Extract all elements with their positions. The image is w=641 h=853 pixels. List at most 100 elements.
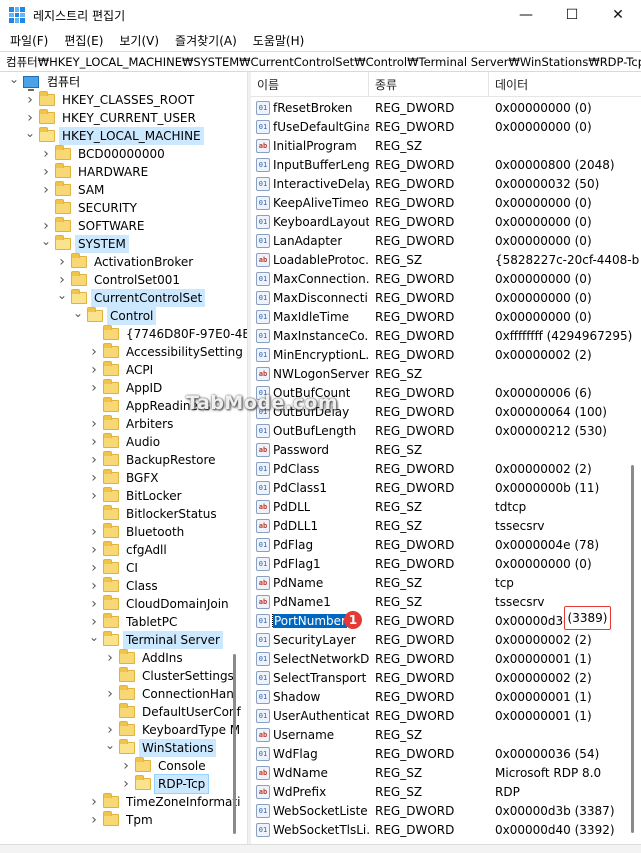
tree-item[interactable]: ⌄ SYSTEM bbox=[40, 232, 129, 253]
table-row[interactable]: 01KeepAliveTimeo... REG_DWORD 0x00000000 (… bbox=[251, 193, 639, 212]
table-row[interactable]: ab InitialProgram REG_SZ bbox=[251, 136, 639, 155]
tree-item[interactable]: › Arbiters bbox=[88, 415, 176, 433]
tree-item[interactable]: › cfgAdll bbox=[88, 541, 170, 559]
tree-item[interactable]: › ConnectionHan bbox=[104, 685, 237, 703]
table-row[interactable]: 01 PdClass REG_DWORD 0x00000002 (2) bbox=[251, 459, 639, 478]
tree-item[interactable]: {7746D80F-97E0-4E bbox=[88, 325, 247, 343]
tree-item[interactable]: ⌄ HKEY_LOCAL_MACHINE bbox=[24, 124, 204, 145]
table-row[interactable]: 01 WebSocketTlsLi... REG_DWORD 0x00000d40 (… bbox=[251, 820, 639, 839]
chevron-right-icon[interactable]: › bbox=[88, 361, 100, 379]
table-row[interactable]: 01 SelectTransport REG_DWORD 0x00000002 (2) bbox=[251, 668, 639, 687]
table-row[interactable]: 01 fResetBroken REG_DWORD 0x00000000 (0) bbox=[251, 98, 639, 117]
chevron-right-icon[interactable]: › bbox=[104, 649, 116, 667]
chevron-right-icon[interactable]: › bbox=[88, 415, 100, 433]
table-row[interactable]: ab Username REG_SZ bbox=[251, 725, 639, 744]
tree-item[interactable]: › SAM bbox=[40, 181, 107, 199]
chevron-right-icon[interactable]: › bbox=[120, 775, 132, 793]
menu-help[interactable]: 도움말(H) bbox=[245, 32, 313, 49]
table-row[interactable]: 01 KeyboardLayout REG_DWORD 0x00000000 (0) bbox=[251, 212, 639, 231]
chevron-right-icon[interactable]: › bbox=[88, 559, 100, 577]
tree-item[interactable]: › ControlSet001 bbox=[56, 271, 183, 289]
table-row[interactable]: 01 PdFlag1 REG_DWORD 0x00000000 (0) bbox=[251, 554, 639, 573]
tree-item[interactable]: ⌄ Terminal Server bbox=[88, 628, 223, 649]
menu-file[interactable]: 파일(F) bbox=[2, 32, 56, 49]
tree-item[interactable]: › CI bbox=[88, 559, 141, 577]
tree-item[interactable]: › TabletPC bbox=[88, 613, 180, 631]
tree-item[interactable]: › RDP-Tcp bbox=[120, 774, 210, 794]
table-row[interactable]: 01 MaxIdleTime REG_DWORD 0x00000000 (0) bbox=[251, 307, 639, 326]
table-row[interactable]: 01UserAuthenticat... REG_DWORD 0x00000001 … bbox=[251, 706, 639, 725]
menu-view[interactable]: 보기(V) bbox=[111, 32, 167, 49]
close-button[interactable]: ✕ bbox=[595, 0, 641, 30]
tree-item[interactable]: › BGFX bbox=[88, 469, 161, 487]
tree-item[interactable]: ⌄ WinStations bbox=[104, 736, 217, 757]
chevron-down-icon[interactable]: ⌄ bbox=[56, 286, 68, 304]
column-header-type[interactable]: 종류 bbox=[369, 72, 489, 97]
tree-item[interactable]: › BCD00000000 bbox=[40, 145, 168, 163]
table-row[interactable]: ab WdPrefix REG_SZ RDP bbox=[251, 782, 639, 801]
column-header-data[interactable]: 데이터 bbox=[489, 72, 641, 97]
chevron-right-icon[interactable]: › bbox=[88, 487, 100, 505]
tree-item[interactable]: › BackupRestore bbox=[88, 451, 219, 469]
table-row[interactable]: 01 LanAdapter REG_DWORD 0x00000000 (0) bbox=[251, 231, 639, 250]
table-row[interactable]: ab PdDLL REG_SZ tdtcp bbox=[251, 497, 639, 516]
chevron-right-icon[interactable]: › bbox=[88, 451, 100, 469]
chevron-right-icon[interactable]: › bbox=[88, 577, 100, 595]
table-row[interactable]: ab WdName REG_SZ Microsoft RDP 8.0 bbox=[251, 763, 639, 782]
chevron-down-icon[interactable]: ⌄ bbox=[104, 736, 116, 754]
tree-item[interactable]: › HKEY_CLASSES_ROOT bbox=[24, 91, 197, 109]
table-row[interactable]: 01 InteractiveDelay REG_DWORD 0x00000032 (5… bbox=[251, 174, 639, 193]
table-row[interactable]: 01 WebSocketListe... REG_DWORD 0x00000d3b (… bbox=[251, 801, 639, 820]
chevron-down-icon[interactable]: ⌄ bbox=[72, 304, 84, 322]
chevron-right-icon[interactable]: › bbox=[88, 379, 100, 397]
tree-item[interactable]: › KeyboardType M bbox=[104, 721, 243, 739]
key-tree[interactable]: ⌄ 컴퓨터 › HKEY_CLASSES_ROOT › HKEY_CURRENT_USER… bbox=[0, 72, 247, 844]
maximize-button[interactable]: ☐ bbox=[549, 0, 595, 30]
chevron-down-icon[interactable]: ⌄ bbox=[8, 72, 20, 88]
chevron-right-icon[interactable]: › bbox=[88, 469, 100, 487]
tree-item[interactable]: › ACPI bbox=[88, 361, 156, 379]
column-header-name[interactable]: 이름 bbox=[251, 72, 369, 97]
tree-item[interactable]: › Tpm bbox=[88, 811, 156, 829]
address-bar[interactable]: 컴퓨터₩HKEY_LOCAL_MACHINE₩SYSTEM₩CurrentCon… bbox=[0, 51, 641, 72]
tree-scrollbar-thumb[interactable] bbox=[233, 654, 236, 834]
chevron-right-icon[interactable]: › bbox=[40, 181, 52, 199]
tree-item[interactable]: › Class bbox=[88, 577, 161, 595]
table-row[interactable]: 01 SecurityLayer REG_DWORD 0x00000002 (2) bbox=[251, 630, 639, 649]
tree-item[interactable]: › Bluetooth bbox=[88, 523, 187, 541]
table-row[interactable]: ab PdDLL1 REG_SZ tssecsrv bbox=[251, 516, 639, 535]
chevron-down-icon[interactable]: ⌄ bbox=[88, 628, 100, 646]
tree-item[interactable]: › HARDWARE bbox=[40, 163, 151, 181]
chevron-down-icon[interactable]: ⌄ bbox=[40, 232, 52, 250]
table-row[interactable]: 01 Shadow REG_DWORD 0x00000001 (1) bbox=[251, 687, 639, 706]
tree-item[interactable]: SECURITY bbox=[40, 199, 140, 217]
chevron-right-icon[interactable]: › bbox=[88, 523, 100, 541]
chevron-right-icon[interactable]: › bbox=[88, 541, 100, 559]
chevron-right-icon[interactable]: › bbox=[104, 685, 116, 703]
table-row[interactable]: ab NWLogonServer REG_SZ bbox=[251, 364, 639, 383]
chevron-down-icon[interactable]: ⌄ bbox=[24, 124, 36, 142]
chevron-right-icon[interactable]: › bbox=[88, 811, 100, 829]
tree-item[interactable]: › AccessibilitySetting bbox=[88, 343, 246, 361]
tree-item[interactable]: ⌄ Control bbox=[72, 304, 157, 325]
table-row[interactable]: 01 PdFlag REG_DWORD 0x0000004e (78) bbox=[251, 535, 639, 554]
table-row[interactable]: ab PdName REG_SZ tcp bbox=[251, 573, 639, 592]
chevron-right-icon[interactable]: › bbox=[88, 433, 100, 451]
tree-item[interactable]: › SOFTWARE bbox=[40, 217, 147, 235]
value-list[interactable]: 이름 종류 데이터 01 fResetBroken REG_DWORD 0x00000… bbox=[251, 72, 641, 844]
menu-edit[interactable]: 편집(E) bbox=[56, 32, 111, 49]
minimize-button[interactable]: — bbox=[503, 0, 549, 30]
table-row[interactable]: 01SelectNetworkD... REG_DWORD 0x00000001 (… bbox=[251, 649, 639, 668]
table-row[interactable]: 01 PdClass1 REG_DWORD 0x0000000b (11) bbox=[251, 478, 639, 497]
table-row[interactable]: 01 MaxInstanceCo... REG_DWORD 0xffffffff (4… bbox=[251, 326, 639, 345]
tree-item[interactable]: ClusterSettings bbox=[104, 667, 237, 685]
tree-item[interactable]: › Audio bbox=[88, 433, 163, 451]
chevron-right-icon[interactable]: › bbox=[24, 91, 36, 109]
tree-item[interactable]: ⌄ 컴퓨터 bbox=[8, 72, 83, 91]
table-row[interactable]: 01 WdFlag REG_DWORD 0x00000036 (54) bbox=[251, 744, 639, 763]
table-row[interactable]: 01 fUseDefaultGina REG_DWORD 0x00000000 (0) bbox=[251, 117, 639, 136]
tree-item[interactable]: › AddIns bbox=[104, 649, 186, 667]
table-row[interactable]: 01 MaxConnection... REG_DWORD 0x00000000 (0… bbox=[251, 269, 639, 288]
chevron-right-icon[interactable]: › bbox=[40, 163, 52, 181]
tree-item[interactable]: › HKEY_CURRENT_USER bbox=[24, 109, 199, 127]
